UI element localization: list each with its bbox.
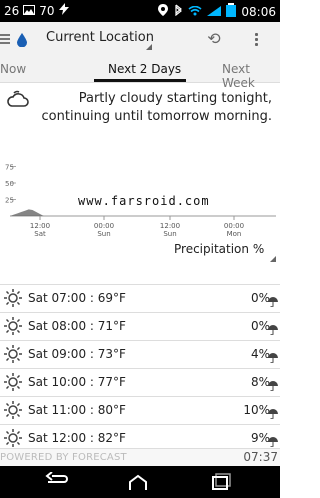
- footer: POWERED BY FORECAST 07:37: [0, 448, 280, 467]
- recent-apps-icon[interactable]: [206, 472, 234, 492]
- tab-next-2-days[interactable]: Next 2 Days: [108, 62, 181, 76]
- table-row[interactable]: Sat 09:00 : 73°F 4%: [0, 340, 280, 369]
- app-bar: Current Location ⟲: [0, 22, 280, 59]
- hourly-list: Sat 07:00 : 69°F 0% Sat 08:00 : 71°F 0% …: [0, 284, 280, 448]
- x-tick-time: 12:00: [160, 222, 180, 230]
- sun-icon: [4, 401, 22, 419]
- battery-icon: [226, 3, 237, 20]
- wifi-icon: [188, 5, 202, 19]
- footer-time: 07:37: [243, 450, 278, 464]
- hour-temperature: Sat 10:00 : 77°F: [28, 375, 126, 389]
- hour-temperature: Sat 11:00 : 80°F: [28, 403, 126, 417]
- bluetooth-icon: [173, 4, 183, 19]
- umbrella-icon: [268, 432, 278, 448]
- hour-temperature: Sat 12:00 : 82°F: [28, 431, 126, 445]
- active-tab-indicator: [94, 79, 186, 82]
- watermark-text: www.farsroid.com: [78, 194, 210, 208]
- hamburger-icon[interactable]: [0, 32, 10, 46]
- hour-temperature: Sat 07:00 : 69°F: [28, 291, 126, 305]
- y-tick-label: 25: [5, 197, 14, 205]
- x-tick-time: 00:00: [94, 222, 114, 230]
- precipitation-chart: 75 50 25 12:00 Sat 00:00 Sun 12:00 Sun 00:00 Mon w…: [0, 150, 280, 240]
- x-tick-time: 12:00: [30, 222, 50, 230]
- y-tick-label: 75: [5, 164, 14, 172]
- partly-cloudy-icon: [6, 90, 30, 110]
- umbrella-icon: [268, 292, 278, 308]
- table-row[interactable]: Sat 11:00 : 80°F 10%: [0, 396, 280, 425]
- metric-selector-dropdown-icon[interactable]: [270, 256, 276, 262]
- summary-text: Partly cloudy starting tonight, continui…: [41, 91, 272, 124]
- status-bar: 26 70 08:06: [0, 0, 280, 22]
- home-icon[interactable]: [124, 472, 152, 492]
- back-icon[interactable]: [42, 471, 70, 492]
- tab-now[interactable]: Now: [0, 62, 26, 76]
- x-tick-day: Sat: [34, 230, 46, 238]
- x-tick-time: 00:00: [224, 222, 244, 230]
- status-left-item-2: 70: [39, 3, 55, 18]
- sun-icon: [4, 317, 22, 335]
- droplet-icon: [16, 32, 28, 48]
- table-row[interactable]: Sat 10:00 : 77°F 8%: [0, 368, 280, 397]
- powered-by-text: POWERED BY FORECAST: [0, 452, 127, 463]
- metric-selector-label[interactable]: Precipitation %: [174, 242, 264, 256]
- x-tick-day: Sun: [163, 230, 176, 238]
- overflow-menu-icon[interactable]: [252, 31, 260, 49]
- location-selector[interactable]: Current Location: [46, 30, 154, 45]
- sun-icon: [4, 289, 22, 307]
- navigation-bar: [0, 466, 280, 498]
- location-icon: [158, 4, 169, 19]
- table-row[interactable]: Sat 07:00 : 69°F 0%: [0, 284, 280, 313]
- umbrella-icon: [268, 404, 278, 420]
- refresh-icon[interactable]: ⟲: [206, 31, 222, 47]
- precip-area-series: [10, 209, 276, 216]
- status-bar-left: 26 70: [4, 3, 69, 18]
- x-tick-day: Mon: [227, 230, 242, 238]
- y-tick-label: 50: [5, 180, 14, 188]
- precip-percent: 10%: [243, 403, 270, 417]
- signal-icon: [207, 5, 222, 19]
- status-time: 08:06: [241, 4, 276, 19]
- location-dropdown-icon[interactable]: [146, 44, 152, 50]
- sun-icon: [4, 373, 22, 391]
- sun-icon: [4, 429, 22, 447]
- forecast-summary: Partly cloudy starting tonight, continui…: [0, 84, 280, 144]
- sun-icon: [4, 345, 22, 363]
- hour-temperature: Sat 08:00 : 71°F: [28, 319, 126, 333]
- table-row[interactable]: Sat 08:00 : 71°F 0%: [0, 312, 280, 341]
- metric-selector[interactable]: Precipitation %: [160, 240, 276, 264]
- umbrella-icon: [268, 348, 278, 364]
- status-left-item-1: 26: [4, 3, 20, 18]
- x-tick-day: Sun: [97, 230, 110, 238]
- status-bar-right: 08:06: [158, 3, 276, 20]
- umbrella-icon: [268, 320, 278, 336]
- tab-bar: Now Next 2 Days Next Week: [0, 58, 280, 90]
- gallery-icon: [23, 4, 36, 18]
- lightning-icon: [58, 3, 69, 18]
- umbrella-icon: [268, 376, 278, 392]
- hour-temperature: Sat 09:00 : 73°F: [28, 347, 126, 361]
